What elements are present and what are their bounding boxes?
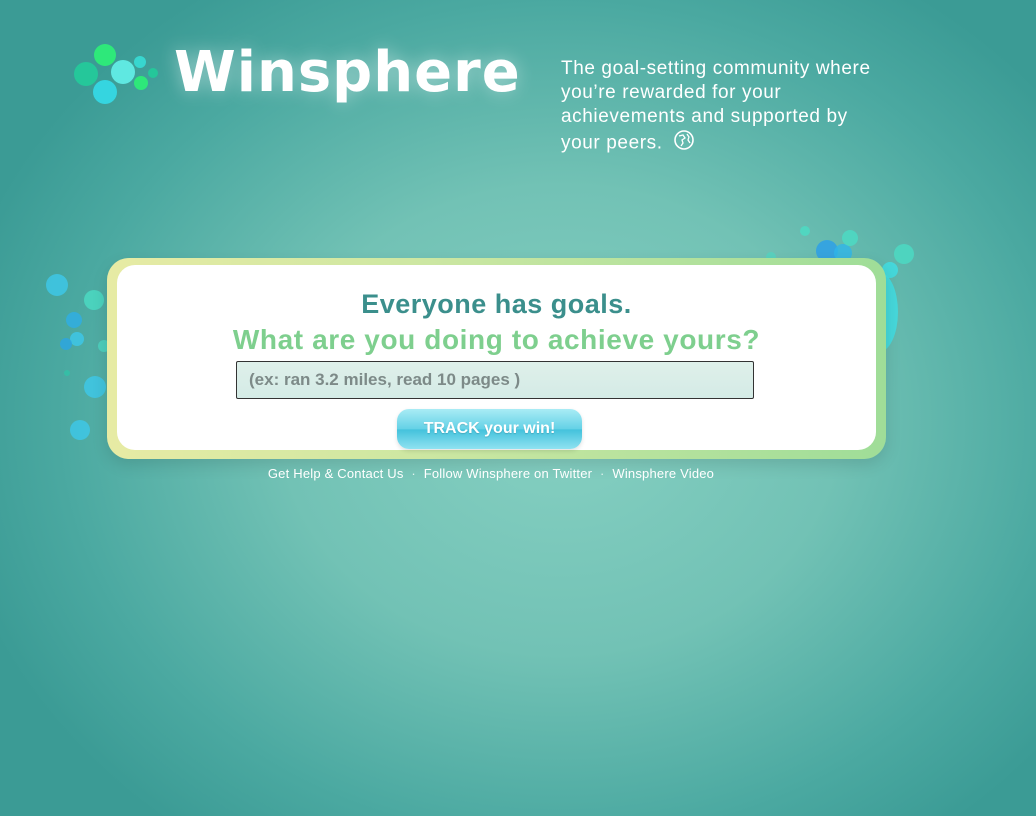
- help-contact-link[interactable]: Get Help & Contact Us: [268, 466, 404, 481]
- footer-separator: ·: [411, 466, 416, 481]
- logo-dots-icon: [74, 42, 164, 108]
- goal-card: Everyone has goals. What are you doing t…: [107, 258, 886, 459]
- footer-links: Get Help & Contact Us · Follow Winsphere…: [0, 466, 982, 481]
- twitter-link[interactable]: Follow Winsphere on Twitter: [424, 466, 592, 481]
- globe-icon[interactable]: [673, 129, 695, 158]
- headline: Everyone has goals.: [361, 289, 632, 319]
- tagline: The goal-setting community where you’re …: [561, 57, 891, 158]
- video-link[interactable]: Winsphere Video: [612, 466, 714, 481]
- footer-separator: ·: [600, 466, 605, 481]
- goal-input[interactable]: [236, 361, 754, 399]
- goal-card-inner: Everyone has goals. What are you doing t…: [117, 265, 876, 450]
- subheadline: What are you doing to achieve yours?: [232, 324, 761, 355]
- logo[interactable]: Winsphere: [74, 40, 520, 112]
- brand-name: Winsphere: [174, 40, 521, 105]
- track-win-button[interactable]: TRACK your win!: [397, 409, 582, 449]
- tagline-text: The goal-setting community where you’re …: [561, 58, 871, 154]
